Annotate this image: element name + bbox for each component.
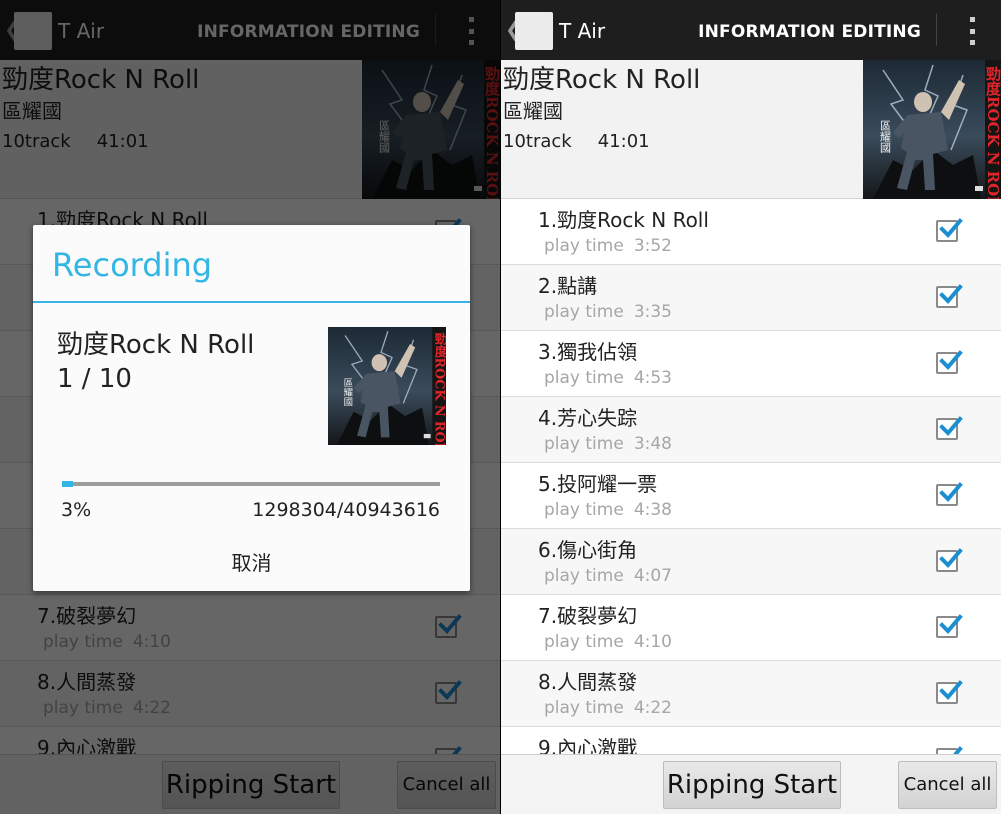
checkmark-icon [939,218,963,238]
checkmark-icon [939,548,963,568]
track-title: 8.人間蒸發 [538,670,638,694]
play-time-value: 3:35 [633,302,672,322]
track-list[interactable]: 1.勁度Rock N Roll play time 3:52 2.點講 play tim… [501,199,1001,754]
album-title: 勁度Rock N Roll [503,65,701,95]
track-checkbox[interactable] [936,416,963,440]
dialog-title: Recording [52,246,213,284]
album-meta: 10track 41:01 [503,130,650,154]
play-time-value: 3:48 [633,434,672,454]
progress-bar-fill [62,481,74,487]
play-time-value: 4:22 [633,698,672,718]
checkmark-icon [939,350,963,370]
track-row[interactable]: 5.投阿耀一票 play time 4:38 [501,463,1001,529]
track-play-time: play time 4:38 [544,499,672,521]
album-header: 勁度Rock N Roll 區耀國 10track 41:01 勁度ROCK N … [501,60,1001,218]
track-checkbox[interactable] [936,614,963,638]
svg-text:勁度ROCK N ROLL: 勁度ROCK N ROLL [432,332,446,445]
checkmark-icon [953,746,963,754]
track-play-time: play time 3:35 [544,301,672,323]
album-duration: 41:01 [597,131,650,152]
checkmark-icon [939,680,963,700]
left-panel: ❮ T Air INFORMATION EDITING 勁度Rock N Rol… [0,0,500,814]
track-title: 4.芳心失踪 [538,406,638,430]
play-time-label: play time [544,632,624,652]
track-row[interactable]: 2.點講 play time 3:35 [501,265,1001,331]
play-time-value: 4:38 [633,500,672,520]
album-artist: 區耀國 [503,99,563,123]
dialog-album-art: 勁度ROCK N ROLL 區耀國 [328,327,447,460]
track-row[interactable]: 1.勁度Rock N Roll play time 3:52 [501,199,1001,265]
app-title[interactable]: T Air [559,18,605,44]
play-time-label: play time [544,236,624,256]
track-play-time: play time 3:52 [544,235,672,257]
play-time-value: 4:07 [633,566,672,586]
track-play-time: play time 4:22 [544,697,672,719]
checkmark-icon [939,416,963,436]
track-row[interactable]: 6.傷心街角 play time 4:07 [501,529,1001,595]
cancel-all-button[interactable]: Cancel all [898,761,997,809]
app-icon[interactable] [515,12,553,50]
ripping-start-button[interactable]: Ripping Start [663,761,841,809]
checkmark-icon [939,284,963,304]
action-divider [936,14,937,46]
progress-percent: 3% [61,499,92,521]
album-art: 勁度ROCK N ROLL 區耀國 [863,60,1001,218]
play-time-value: 3:52 [633,236,672,256]
play-time-label: play time [544,500,624,520]
dialog-title-divider [33,301,470,303]
track-play-time: play time 3:48 [544,433,672,455]
recording-dialog: Recording 勁度Rock N Roll 1 / 10 勁度ROCK N … [33,225,470,591]
play-time-value: 4:53 [633,368,672,388]
track-row[interactable]: 3.獨我佔領 play time 4:53 [501,331,1001,397]
checkmark-icon [939,482,963,502]
track-row[interactable]: 9.內心激戰 [501,727,1001,754]
svg-text:區耀國: 區耀國 [341,378,353,407]
information-editing-button[interactable]: INFORMATION EDITING [698,20,921,44]
track-checkbox[interactable] [936,350,963,374]
track-checkbox[interactable] [936,680,963,704]
track-title: 2.點講 [538,274,598,298]
track-play-time: play time 4:07 [544,565,672,587]
svg-text:區耀國: 區耀國 [879,120,892,154]
svg-text:勁度ROCK N ROLL: 勁度ROCK N ROLL [984,66,1001,199]
track-title: 5.投阿耀一票 [538,472,658,496]
track-checkbox[interactable] [936,548,963,572]
play-time-value: 4:10 [633,632,672,652]
play-time-label: play time [544,434,624,454]
play-time-label: play time [544,566,624,586]
track-title: 3.獨我佔領 [538,340,638,364]
track-title: 6.傷心街角 [538,538,638,562]
overflow-menu-icon[interactable] [968,17,976,45]
track-checkbox[interactable] [936,482,963,506]
progress-bytes: 1298304/40943616 [252,499,440,521]
track-play-time: play time 4:10 [544,631,672,653]
checkmark-icon [939,614,963,634]
dialog-cancel-button[interactable]: 取消 [33,543,470,583]
track-title: 1.勁度Rock N Roll [538,208,709,232]
track-row[interactable]: 4.芳心失踪 play time 3:48 [501,397,1001,463]
track-title: 9.內心激戰 [538,736,638,754]
play-time-label: play time [544,302,624,322]
track-row[interactable]: 7.破裂夢幻 play time 4:10 [501,595,1001,661]
play-time-label: play time [544,698,624,718]
dialog-album-title: 勁度Rock N Roll [57,330,255,360]
progress-bar [62,481,440,487]
dialog-track-progress: 1 / 10 [57,364,132,394]
play-time-label: play time [544,368,624,388]
track-title: 7.破裂夢幻 [538,604,638,628]
right-panel: ❮ T Air INFORMATION EDITING 勁度Rock N Rol… [501,0,1001,814]
bottom-bar: Ripping Start Cancel all [501,754,1001,814]
track-checkbox[interactable] [936,218,963,242]
track-checkbox[interactable] [936,284,963,308]
track-play-time: play time 4:53 [544,367,672,389]
action-bar: ❮ T Air INFORMATION EDITING [501,0,1001,60]
album-track-count: 10track [503,131,572,152]
track-row[interactable]: 8.人間蒸發 play time 4:22 [501,661,1001,727]
